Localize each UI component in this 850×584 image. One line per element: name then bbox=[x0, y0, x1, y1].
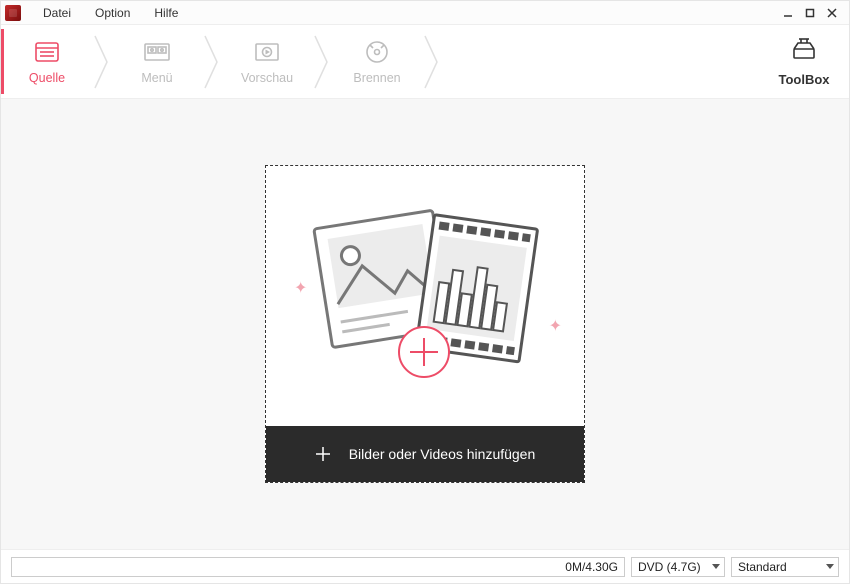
disc-type-value: DVD (4.7G) bbox=[638, 560, 701, 574]
close-icon bbox=[827, 8, 837, 18]
sparkle-icon: ✦ bbox=[294, 278, 307, 298]
add-media-button[interactable]: Bilder oder Videos hinzufügen bbox=[266, 426, 584, 482]
maximize-icon bbox=[805, 8, 815, 18]
maximize-button[interactable] bbox=[799, 4, 821, 22]
quality-select[interactable]: Standard bbox=[731, 557, 839, 577]
close-button[interactable] bbox=[821, 4, 843, 22]
dropzone-illustration: ✦ ✦ bbox=[266, 166, 584, 426]
toolbox-icon bbox=[790, 37, 818, 66]
chevron-icon bbox=[423, 25, 441, 98]
burn-icon bbox=[364, 39, 390, 65]
menu-option[interactable]: Option bbox=[83, 6, 142, 20]
preview-icon bbox=[253, 39, 281, 65]
chevron-icon bbox=[93, 25, 111, 98]
step-preview-label: Vorschau bbox=[241, 71, 293, 85]
capacity-meter: 0M/4.30G bbox=[11, 557, 625, 577]
toolbox-button[interactable]: ToolBox bbox=[759, 25, 849, 98]
disc-type-select[interactable]: DVD (4.7G) bbox=[631, 557, 725, 577]
menu-icon bbox=[142, 39, 172, 65]
step-preview[interactable]: Vorschau bbox=[221, 25, 313, 98]
chevron-icon bbox=[203, 25, 221, 98]
step-nav: Quelle Menü Vorschau Brennen bbox=[1, 25, 849, 99]
app-window: Datei Option Hilfe Quelle Menü bbox=[0, 0, 850, 584]
minimize-icon bbox=[783, 8, 793, 18]
sparkle-icon: ✦ bbox=[549, 316, 562, 336]
chevron-icon bbox=[313, 25, 331, 98]
main-area: ✦ ✦ bbox=[1, 99, 849, 549]
app-logo-icon bbox=[5, 5, 21, 21]
step-burn-label: Brennen bbox=[353, 71, 400, 85]
titlebar: Datei Option Hilfe bbox=[1, 1, 849, 25]
menu-help[interactable]: Hilfe bbox=[142, 6, 190, 20]
dropzone-card[interactable]: ✦ ✦ bbox=[265, 165, 585, 483]
source-icon bbox=[33, 39, 61, 65]
step-burn[interactable]: Brennen bbox=[331, 25, 423, 98]
plus-icon bbox=[315, 446, 331, 462]
chevron-down-icon bbox=[712, 564, 720, 569]
minimize-button[interactable] bbox=[777, 4, 799, 22]
capacity-text: 0M/4.30G bbox=[565, 560, 618, 574]
chevron-down-icon bbox=[826, 564, 834, 569]
step-menu-label: Menü bbox=[141, 71, 172, 85]
quality-value: Standard bbox=[738, 560, 787, 574]
step-source-label: Quelle bbox=[29, 71, 65, 85]
status-bar: 0M/4.30G DVD (4.7G) Standard bbox=[1, 549, 849, 583]
step-source[interactable]: Quelle bbox=[1, 25, 93, 98]
menu-file[interactable]: Datei bbox=[31, 6, 83, 20]
add-circle-icon bbox=[396, 324, 452, 380]
step-menu[interactable]: Menü bbox=[111, 25, 203, 98]
toolbox-label: ToolBox bbox=[778, 72, 829, 87]
add-media-label: Bilder oder Videos hinzufügen bbox=[349, 446, 536, 462]
